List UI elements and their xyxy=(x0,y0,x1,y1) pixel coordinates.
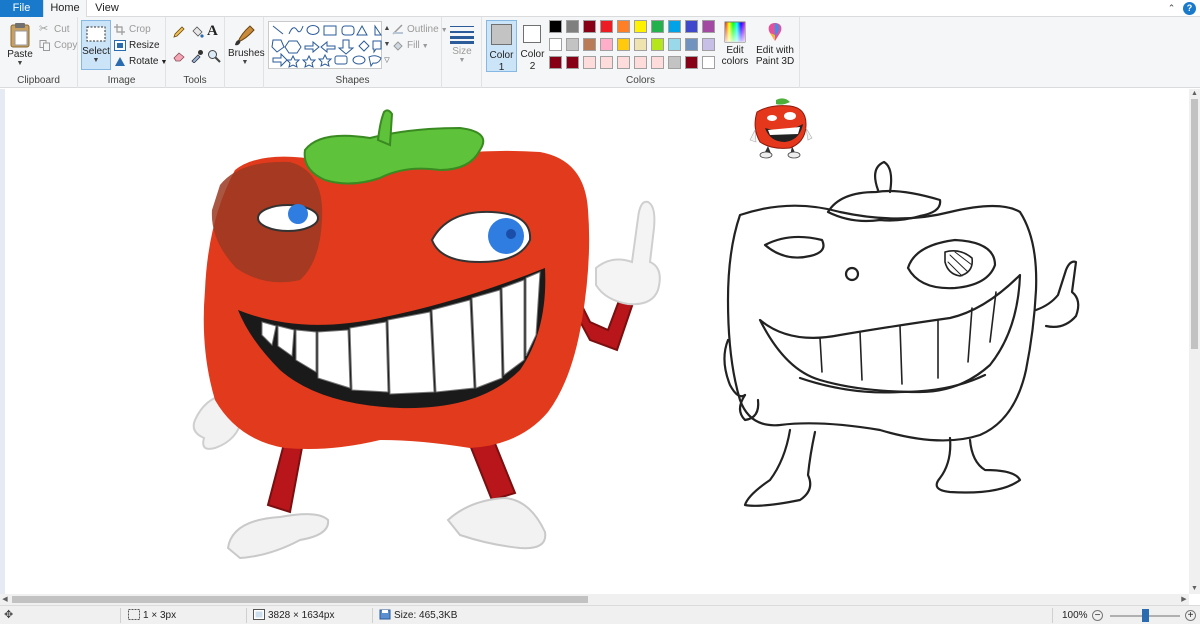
cut-label: Cut xyxy=(54,24,70,35)
outline-icon xyxy=(392,24,404,35)
outline-label: Outline xyxy=(407,24,439,35)
vertical-scroll-thumb[interactable] xyxy=(1191,99,1198,349)
ribbon: Paste ▼ ✂ Cut Copy Clipboard Select ▼ Cro… xyxy=(0,17,1200,88)
select-dropdown-icon[interactable]: ▼ xyxy=(82,57,110,64)
size-label: Size xyxy=(452,46,472,57)
sketch-tomato-drawing xyxy=(723,160,1080,507)
selection-size-text: 1 × 3px xyxy=(143,610,177,621)
paste-dropdown-icon[interactable]: ▼ xyxy=(4,60,36,67)
drawing-canvas[interactable] xyxy=(0,89,1189,594)
pencil-icon[interactable] xyxy=(172,25,186,39)
tools-group: A Tools xyxy=(166,17,225,88)
text-tool-icon[interactable]: A xyxy=(207,23,221,39)
brushes-dropdown-icon[interactable]: ▼ xyxy=(228,59,262,66)
image-group-label: Image xyxy=(107,75,136,86)
resize-label: Resize xyxy=(129,40,160,51)
shapes-gallery-icons xyxy=(271,24,382,68)
rotate-icon xyxy=(114,56,126,67)
status-separator xyxy=(1052,608,1053,623)
select-button[interactable]: Select ▼ xyxy=(81,20,111,70)
file-size-text: Size: 465,3KB xyxy=(394,610,458,621)
file-size-icon xyxy=(379,609,391,622)
brushes-group: Brushes ▼ xyxy=(225,17,265,88)
fill-button[interactable]: Fill ▼ xyxy=(392,38,429,53)
cut-button[interactable]: ✂ Cut xyxy=(39,22,70,37)
status-separator xyxy=(372,608,373,623)
image-group: Select ▼ Crop Resize Rotate ▼ Image xyxy=(78,17,167,88)
shapes-scroll[interactable]: ▲ ▼ ▽ xyxy=(382,21,392,69)
size-dropdown-icon[interactable]: ▼ xyxy=(446,57,478,64)
scissors-icon: ✂ xyxy=(39,22,49,35)
zoom-level-text: 100% xyxy=(1062,610,1088,621)
outline-button[interactable]: Outline ▼ xyxy=(392,22,448,37)
collapse-ribbon-icon[interactable]: ⌃ xyxy=(1165,2,1178,15)
image-size-icon xyxy=(253,609,265,622)
select-rectangle-icon xyxy=(86,26,106,42)
eraser-icon[interactable] xyxy=(172,49,186,63)
scroll-up-arrow-icon[interactable]: ▲ xyxy=(1189,89,1200,99)
fill-dropdown-icon[interactable]: ▼ xyxy=(422,43,429,50)
magnifier-icon[interactable] xyxy=(207,49,221,63)
copy-label: Copy xyxy=(54,40,78,51)
select-label: Select xyxy=(82,46,110,57)
size-group: Size ▼ xyxy=(442,17,482,88)
tab-file[interactable]: File xyxy=(0,0,43,17)
rotate-button[interactable]: Rotate ▼ xyxy=(114,54,167,69)
status-separator xyxy=(120,608,121,623)
scroll-left-arrow-icon[interactable]: ◀ xyxy=(0,594,10,605)
brushes-label: Brushes xyxy=(228,48,265,59)
paste-button[interactable]: Paste ▼ xyxy=(4,20,36,74)
zoom-out-button[interactable]: − xyxy=(1092,610,1103,621)
resize-icon xyxy=(114,39,126,51)
zoom-in-button[interactable]: + xyxy=(1185,610,1196,621)
tab-home[interactable]: Home xyxy=(43,0,87,18)
resize-button[interactable]: Resize xyxy=(114,38,160,53)
vertical-scrollbar[interactable]: ▲ ▼ xyxy=(1189,89,1200,594)
status-bar: ✥ 1 × 3px 3828 × 1634px Size: 465,3KB 10… xyxy=(0,605,1200,624)
clipboard-group-label: Clipboard xyxy=(17,75,60,86)
crop-label: Crop xyxy=(129,24,151,35)
horizontal-scroll-thumb[interactable] xyxy=(12,596,588,603)
status-separator xyxy=(246,608,247,623)
image-size-text: 3828 × 1634px xyxy=(268,610,335,621)
crop-icon xyxy=(114,23,126,35)
colors-group: Colors xyxy=(482,17,800,88)
crop-button[interactable]: Crop xyxy=(114,22,151,37)
brushes-button[interactable]: Brushes ▼ xyxy=(228,20,265,72)
scroll-right-arrow-icon[interactable]: ▶ xyxy=(1179,594,1189,605)
color-picker-icon[interactable] xyxy=(190,49,204,64)
tools-group-label: Tools xyxy=(183,75,207,86)
cursor-position-icon: ✥ xyxy=(4,609,14,621)
ribbon-tab-bar: File Home View ⌃ ? xyxy=(0,0,1200,18)
selection-size-icon xyxy=(128,609,140,622)
horizontal-scrollbar[interactable]: ◀ ▶ xyxy=(0,594,1189,605)
size-button[interactable]: Size ▼ xyxy=(446,20,478,72)
line-size-icon xyxy=(450,26,474,44)
copy-icon xyxy=(39,39,51,51)
help-icon[interactable]: ? xyxy=(1183,2,1196,15)
copy-button[interactable]: Copy xyxy=(39,38,77,53)
brush-icon xyxy=(235,25,255,46)
painted-tomato-drawing xyxy=(192,109,661,560)
fill-icon xyxy=(392,40,404,51)
paste-icon xyxy=(10,23,30,48)
thumbnail-tomato-drawing xyxy=(749,98,813,159)
colors-group-label: Colors xyxy=(626,75,655,86)
shapes-group-label: Shapes xyxy=(335,75,370,86)
rotate-label: Rotate xyxy=(129,56,159,67)
zoom-slider-thumb[interactable] xyxy=(1141,609,1149,622)
fill-label: Fill xyxy=(407,40,420,51)
scroll-down-arrow-icon[interactable]: ▼ xyxy=(1189,584,1200,594)
canvas-viewport[interactable] xyxy=(0,89,1189,594)
clipboard-group: Paste ▼ ✂ Cut Copy Clipboard xyxy=(0,17,78,88)
fill-bucket-icon[interactable] xyxy=(190,25,204,39)
tab-view[interactable]: View xyxy=(87,0,127,17)
paste-label: Paste xyxy=(7,49,33,60)
shapes-group: ▲ ▼ ▽ Outline ▼ Fill ▼ Shapes xyxy=(264,17,448,88)
shapes-gallery[interactable] xyxy=(268,21,382,69)
